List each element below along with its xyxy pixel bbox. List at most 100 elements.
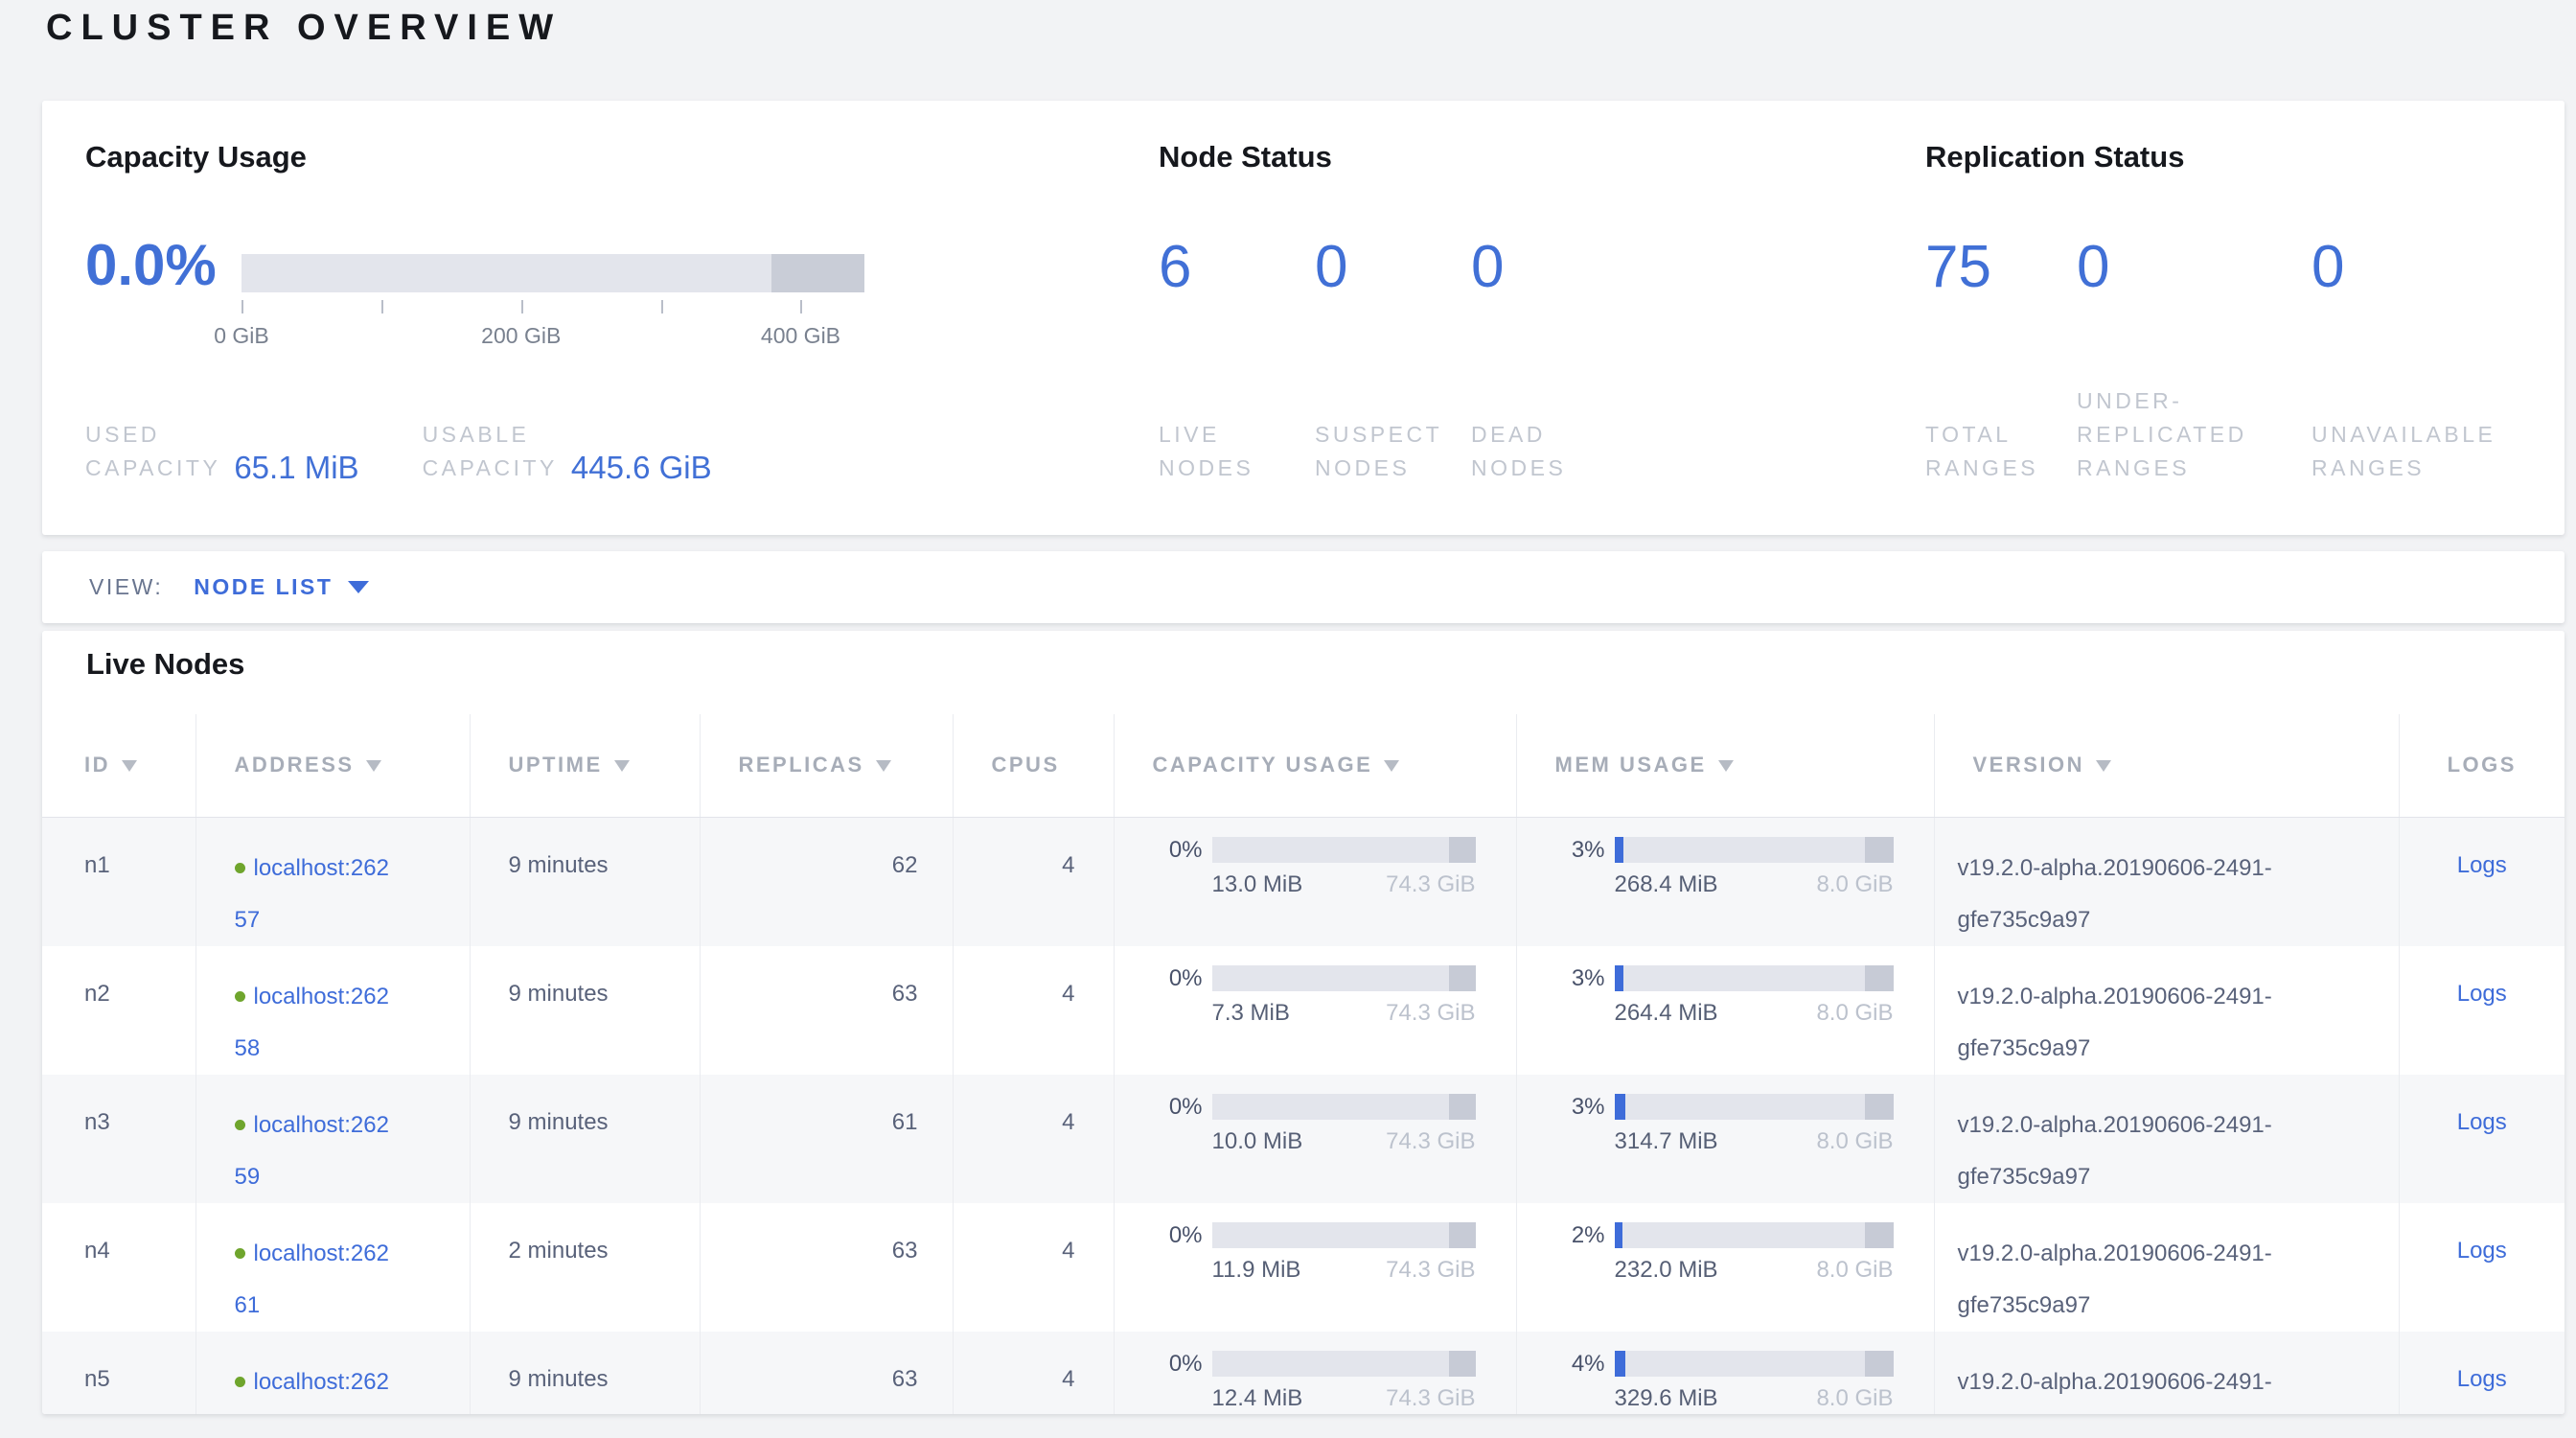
capacity-bar-reserved-segment: [1449, 965, 1476, 991]
column-header-memory[interactable]: MEM USAGE: [1516, 714, 1934, 817]
mem-usage: 2%232.0 MiB8.0 GiB: [1555, 1222, 1894, 1284]
version-cell: v19.2.0-alpha.20190606-2491-gfe735c9a97: [1934, 1203, 2399, 1332]
column-header-label: ADDRESS: [235, 753, 355, 777]
capacity-bar: [1212, 1222, 1476, 1248]
total-ranges-label: TOTALRANGES: [1925, 418, 2077, 485]
view-dropdown-selected[interactable]: NODE LIST: [194, 574, 333, 600]
capacity-usage-cell: 0%11.9 MiB74.3 GiB: [1114, 1203, 1516, 1332]
mem-percent: 3%: [1555, 965, 1605, 1027]
capacity-total-value: 74.3 GiB: [1386, 871, 1475, 898]
address-link[interactable]: localhost:26258: [235, 984, 389, 1061]
capacity-total-value: 74.3 GiB: [1386, 1128, 1475, 1155]
column-header-label: ID: [84, 753, 110, 777]
mem-used-value: 329.6 MiB: [1615, 1385, 1718, 1412]
live-status-dot-icon: [235, 1120, 245, 1130]
capacity-usage-cell: 0%10.0 MiB74.3 GiB: [1114, 1075, 1516, 1203]
mem-used-value: 268.4 MiB: [1615, 871, 1718, 898]
address-link[interactable]: localhost:26261: [235, 1241, 389, 1318]
address-link[interactable]: localhost:26257: [235, 855, 389, 933]
address-link[interactable]: localhost:26259: [235, 1112, 389, 1190]
cpus-cell: 4: [953, 946, 1114, 1075]
suspect-nodes-value: 0: [1315, 233, 1471, 302]
capacity-total-value: 74.3 GiB: [1386, 1257, 1475, 1284]
usable-capacity-label: USABLECAPACITY: [423, 418, 558, 485]
mem-percent: 3%: [1555, 837, 1605, 898]
node-id-cell: n3: [42, 1075, 196, 1203]
column-header-label: VERSION: [1973, 753, 2085, 777]
mem-bar-fill: [1615, 965, 1623, 991]
node-row-n3: n3localhost:262599 minutes6140%10.0 MiB7…: [42, 1075, 2564, 1203]
live-nodes-label: LIVENODES: [1159, 418, 1315, 485]
column-header-replicas[interactable]: REPLICAS: [700, 714, 953, 817]
column-header-label: CPUS: [992, 753, 1060, 777]
mem-usage-cell: 3% 268.4 MiB 8.0 GiB: [1516, 817, 1934, 946]
logs-link[interactable]: Logs: [2457, 1366, 2507, 1392]
uptime-cell: 9 minutes: [470, 1332, 700, 1415]
address-link[interactable]: localhost:26262: [235, 1369, 389, 1415]
capacity-stats: USEDCAPACITY65.1 MiB USABLECAPACITY445.6 …: [85, 418, 1159, 485]
logs-link[interactable]: Logs: [2457, 1238, 2507, 1264]
sort-desc-icon: [1384, 760, 1399, 772]
column-header-capacity[interactable]: CAPACITY USAGE: [1114, 714, 1516, 817]
capacity-usage-section: Capacity Usage 0.0% 0 GiB200 GiB400 GiB …: [85, 139, 1159, 485]
usable-capacity-stat: USABLECAPACITY445.6 GiB: [423, 418, 712, 485]
used-capacity-stat: USEDCAPACITY65.1 MiB: [85, 418, 359, 485]
logs-cell: Logs: [2399, 946, 2564, 1075]
logs-link[interactable]: Logs: [2457, 852, 2507, 878]
logs-cell: Logs: [2399, 1203, 2564, 1332]
capacity-used-value: 7.3 MiB: [1212, 1000, 1290, 1027]
mem-bar-reserved-segment: [1865, 965, 1893, 991]
capacity-percent: 0%: [1153, 1222, 1203, 1284]
live-nodes-card: Live Nodes IDADDRESSUPTIMEREPLICASCPUSCA…: [42, 631, 2564, 1414]
version-text: v19.2.0-alpha.20190606-2491-gfe735c9a97: [1958, 1100, 2282, 1203]
logs-cell: Logs: [2399, 1332, 2564, 1415]
unavailable-ranges-label: UNAVAILABLERANGES: [2312, 418, 2496, 485]
version-cell: v19.2.0-alpha.20190606-2491-gfe735c9a97: [1934, 946, 2399, 1075]
view-dropdown[interactable]: NODE LIST: [194, 574, 369, 600]
mem-bar-fill: [1615, 837, 1624, 863]
node-id-cell: n4: [42, 1203, 196, 1332]
mem-total-value: 8.0 GiB: [1816, 871, 1893, 898]
cpus-cell: 4: [953, 1203, 1114, 1332]
node-status-heading: Node Status: [1159, 139, 1925, 175]
uptime-cell: 9 minutes: [470, 1075, 700, 1203]
mem-used-value: 232.0 MiB: [1615, 1257, 1718, 1284]
column-header-id[interactable]: ID: [42, 714, 196, 817]
version-text: v19.2.0-alpha.20190606-2491-gfe735c9a97: [1958, 843, 2282, 946]
address-cell: localhost:26261: [196, 1203, 470, 1332]
axis-tick-label: 200 GiB: [481, 323, 561, 349]
node-status-numbers: 600: [1159, 233, 1925, 302]
version-cell: v19.2.0-alpha.20190606-2491-gfe735c9a97: [1934, 817, 2399, 946]
logs-link[interactable]: Logs: [2457, 1109, 2507, 1135]
capacity-percent: 0%: [1153, 1351, 1203, 1412]
capacity-usage: 0%7.3 MiB74.3 GiB: [1153, 965, 1476, 1027]
mem-bar-fill: [1615, 1351, 1626, 1377]
live-status-dot-icon: [235, 991, 245, 1002]
node-row-n5: n5localhost:262629 minutes6340%12.4 MiB7…: [42, 1332, 2564, 1415]
capacity-bar: [1212, 837, 1476, 863]
capacity-usage-cell: 0%7.3 MiB74.3 GiB: [1114, 946, 1516, 1075]
sort-desc-icon: [2096, 760, 2111, 772]
replication-status-heading: Replication Status: [1925, 139, 2517, 175]
node-row-n2: n2localhost:262589 minutes6340%7.3 MiB74…: [42, 946, 2564, 1075]
under-replicated-ranges-label: UNDER-REPLICATEDRANGES: [2077, 384, 2312, 485]
mem-usage: 4%329.6 MiB8.0 GiB: [1555, 1351, 1894, 1412]
column-header-label: LOGS: [2448, 753, 2517, 777]
axis-tick: [242, 300, 243, 313]
mem-bar: [1615, 1222, 1894, 1248]
version-text: v19.2.0-alpha.20190606-2491-gfe735c9a97: [1958, 971, 2282, 1075]
logs-link[interactable]: Logs: [2457, 981, 2507, 1007]
live-nodes-value: 6: [1159, 233, 1315, 302]
column-header-addr[interactable]: ADDRESS: [196, 714, 470, 817]
replication-status-labels: TOTALRANGESUNDER-REPLICATEDRANGESUNAVAIL…: [1925, 384, 2517, 485]
column-header-version[interactable]: VERSION: [1934, 714, 2399, 817]
capacity-bar-reserved-segment: [1449, 1222, 1476, 1248]
node-status-section: Node Status 600 LIVENODESSUSPECTNODESDEA…: [1159, 139, 1925, 485]
replicas-cell: 63: [700, 1332, 953, 1415]
mem-bar: [1615, 1351, 1894, 1377]
node-status-labels: LIVENODESSUSPECTNODESDEADNODES: [1159, 418, 1925, 485]
address-cell: localhost:26259: [196, 1075, 470, 1203]
capacity-used-percent: 0.0%: [85, 229, 213, 361]
capacity-usage-cell: 0%13.0 MiB74.3 GiB: [1114, 817, 1516, 946]
column-header-uptime[interactable]: UPTIME: [470, 714, 700, 817]
